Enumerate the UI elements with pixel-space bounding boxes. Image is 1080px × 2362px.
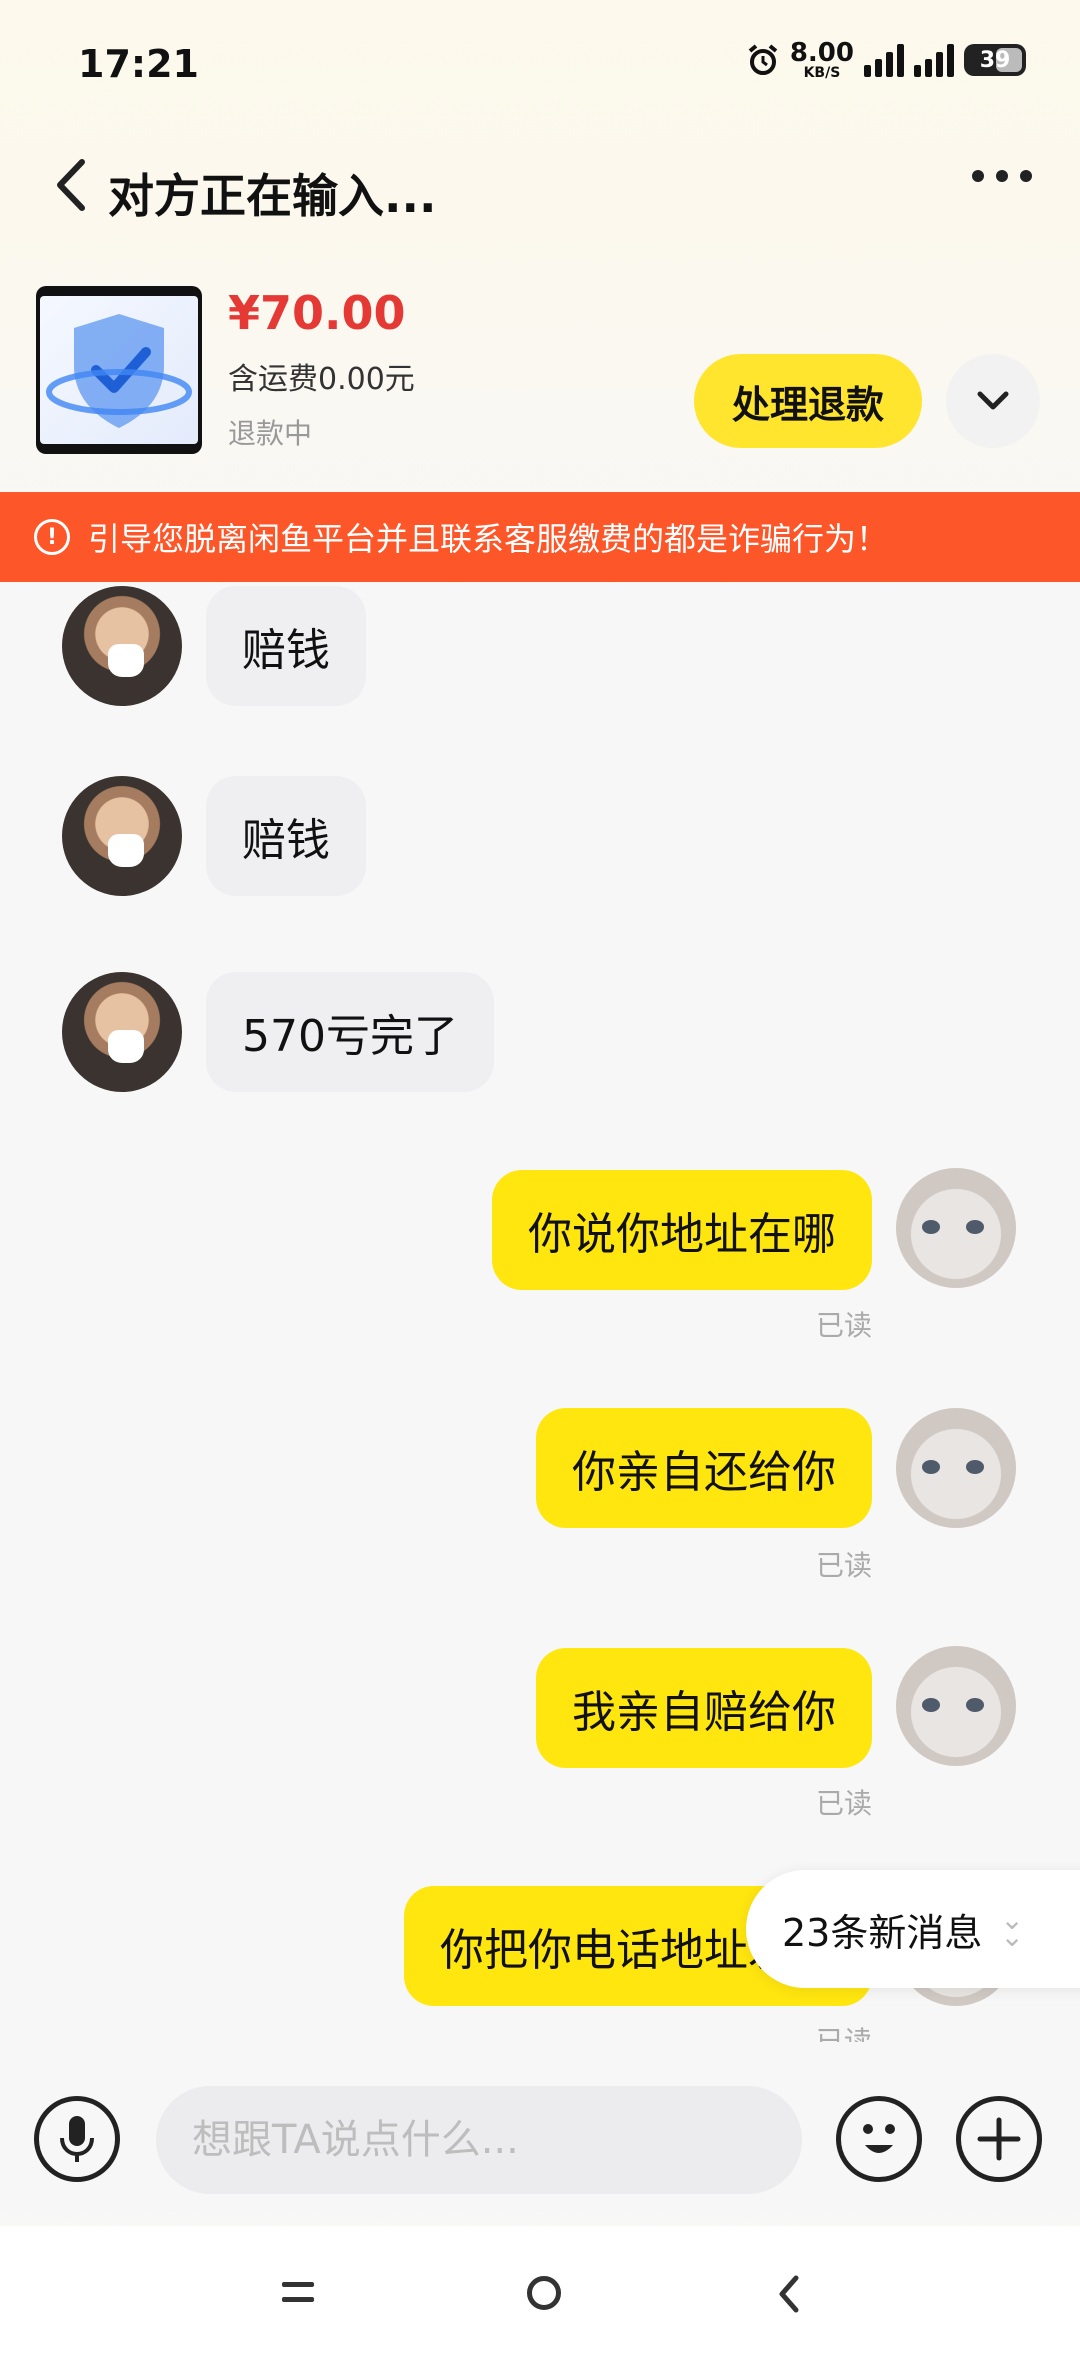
- voice-input-button[interactable]: [34, 2096, 120, 2182]
- emoji-button[interactable]: [836, 2096, 922, 2182]
- process-refund-button[interactable]: 处理退款: [694, 354, 922, 448]
- home-icon[interactable]: [527, 2276, 561, 2310]
- read-receipt: 已读: [815, 1549, 872, 1582]
- my-avatar[interactable]: [896, 1168, 1016, 1288]
- contact-avatar[interactable]: [62, 586, 182, 706]
- dot-icon: [972, 170, 984, 182]
- signal-icon: [864, 43, 904, 77]
- read-receipt: 已读: [815, 1787, 872, 1820]
- new-messages-label: 23条新消息: [782, 1910, 983, 1955]
- message-bubble-sent[interactable]: 你亲自还给你: [536, 1408, 872, 1528]
- my-avatar[interactable]: [896, 1408, 1016, 1528]
- more-options-button[interactable]: [972, 170, 1032, 182]
- chevron-down-icon: [977, 391, 1009, 410]
- product-status: 退款中: [228, 417, 313, 450]
- back-arrow-icon[interactable]: [46, 150, 96, 220]
- net-speed: 8.00 KB/S: [790, 40, 854, 80]
- message-bubble-sent[interactable]: 我亲自赔给你: [536, 1648, 872, 1768]
- net-speed-unit: KB/S: [803, 65, 841, 81]
- smiley-icon: [863, 2124, 895, 2153]
- read-receipt: 已读: [815, 1309, 872, 1342]
- new-messages-button[interactable]: 23条新消息 ⌄ ⌄: [746, 1870, 1080, 1988]
- contact-avatar[interactable]: [62, 972, 182, 1092]
- message-input[interactable]: [156, 2086, 802, 2194]
- dot-icon: [996, 170, 1008, 182]
- read-receipt: 已读: [815, 2025, 872, 2042]
- dot-icon: [1020, 170, 1032, 182]
- shield-check-icon: [46, 314, 192, 428]
- double-chevron-down-icon: ⌄ ⌄: [1000, 1903, 1024, 1953]
- message-bubble-received[interactable]: 赔钱: [206, 776, 366, 896]
- microphone-icon: [60, 2116, 94, 2162]
- message-bubble-received[interactable]: 赔钱: [206, 586, 366, 706]
- alert-icon: !: [34, 519, 70, 555]
- battery-level: 39: [979, 47, 1011, 73]
- status-icons: 8.00 KB/S 39: [746, 40, 1026, 80]
- fraud-warning-banner: ! 引导您脱离闲鱼平台并且联系客服缴费的都是诈骗行为！: [0, 492, 1080, 582]
- net-speed-value: 8.00: [789, 38, 854, 68]
- chat-message-list[interactable]: 赔钱 赔钱 570亏完了 你说你地址在哪 已读 你亲自还给你 已读 我亲自赔给你…: [0, 582, 1080, 2042]
- alarm-icon: [748, 44, 778, 75]
- product-price: ¥70.00: [228, 286, 406, 340]
- message-bubble-received[interactable]: 570亏完了: [206, 972, 494, 1092]
- system-back-icon[interactable]: [770, 2272, 810, 2316]
- battery-icon: 39: [964, 44, 1026, 76]
- product-shipping: 含运费0.00元: [228, 362, 415, 397]
- page-title: 对方正在输入...: [108, 169, 437, 223]
- expand-button[interactable]: [946, 354, 1040, 448]
- status-time: 17:21: [78, 42, 199, 86]
- message-bubble-sent[interactable]: 你说你地址在哪: [492, 1170, 872, 1290]
- warning-text: 引导您脱离闲鱼平台并且联系客服缴费的都是诈骗行为！: [88, 520, 889, 558]
- plus-icon: [977, 2117, 1021, 2161]
- contact-avatar[interactable]: [62, 776, 182, 896]
- recent-apps-icon[interactable]: [282, 2282, 314, 2304]
- signal-icon: [914, 43, 954, 77]
- product-thumbnail[interactable]: [36, 286, 202, 454]
- add-attachment-button[interactable]: [956, 2096, 1042, 2182]
- my-avatar[interactable]: [896, 1646, 1016, 1766]
